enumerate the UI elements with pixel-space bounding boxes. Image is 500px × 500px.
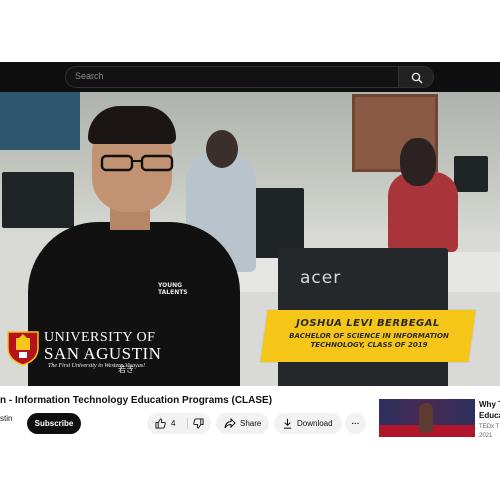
more-icon: ··· xyxy=(351,419,360,428)
download-label: Download xyxy=(297,419,333,428)
university-name-line2: SAN AGUSTIN xyxy=(44,344,162,363)
like-button[interactable]: 4 xyxy=(147,413,187,434)
monitor-brand: acer xyxy=(300,268,342,288)
university-tagline: The First University in Western Visayas! xyxy=(48,363,146,369)
dislike-button[interactable] xyxy=(188,413,211,434)
recommended-meta: 2021 xyxy=(479,433,493,439)
like-dislike-group: 4 xyxy=(147,413,211,434)
top-bar: Search xyxy=(0,62,500,92)
more-actions-button[interactable]: ··· xyxy=(345,413,366,434)
window-left xyxy=(0,92,80,150)
background-monitor xyxy=(2,172,74,228)
speaker-degree: BACHELOR OF SCIENCE IN INFORMATION TECHN… xyxy=(272,332,466,350)
share-icon xyxy=(224,418,236,429)
recommended-title-line2[interactable]: Educa xyxy=(479,411,500,420)
search-input[interactable]: Search xyxy=(65,66,398,88)
background-student-head xyxy=(400,138,436,186)
thumbnail-speaker xyxy=(419,403,433,433)
like-count: 4 xyxy=(171,419,176,428)
search-placeholder: Search xyxy=(75,71,104,81)
share-label: Share xyxy=(240,419,262,428)
search-button[interactable] xyxy=(398,66,434,88)
speaker-degree-line2: TECHNOLOGY, CLASS OF 2019 xyxy=(310,341,428,349)
video-player[interactable]: YOUNG TALENTS 若き acer UNIVERSITY OF SAN … xyxy=(0,92,500,386)
background-monitor xyxy=(454,156,488,192)
background-student-head xyxy=(206,130,238,168)
channel-name[interactable]: stin xyxy=(0,414,12,423)
search-icon xyxy=(411,72,423,84)
video-title: n - Information Technology Education Pro… xyxy=(0,395,273,406)
speaker-glasses xyxy=(100,154,174,172)
subscribe-button[interactable]: Subscribe xyxy=(27,413,81,434)
speaker-degree-line1: BACHELOR OF SCIENCE IN INFORMATION xyxy=(289,332,449,340)
download-button[interactable]: Download xyxy=(274,413,342,434)
recommended-title[interactable]: Why T xyxy=(479,400,500,409)
speaker-name: JOSHUA LEVI BERBEGAL xyxy=(296,318,440,329)
download-icon xyxy=(283,418,292,429)
recommended-thumbnail[interactable] xyxy=(379,399,475,437)
recommended-channel: TEDx T xyxy=(479,424,500,430)
thumbs-up-icon xyxy=(155,418,166,429)
university-seal-icon xyxy=(7,331,39,366)
thumbs-down-icon xyxy=(193,418,204,429)
speaker-hair xyxy=(88,106,176,144)
share-button[interactable]: Share xyxy=(216,413,269,434)
shirt-print: YOUNG TALENTS xyxy=(158,282,188,296)
